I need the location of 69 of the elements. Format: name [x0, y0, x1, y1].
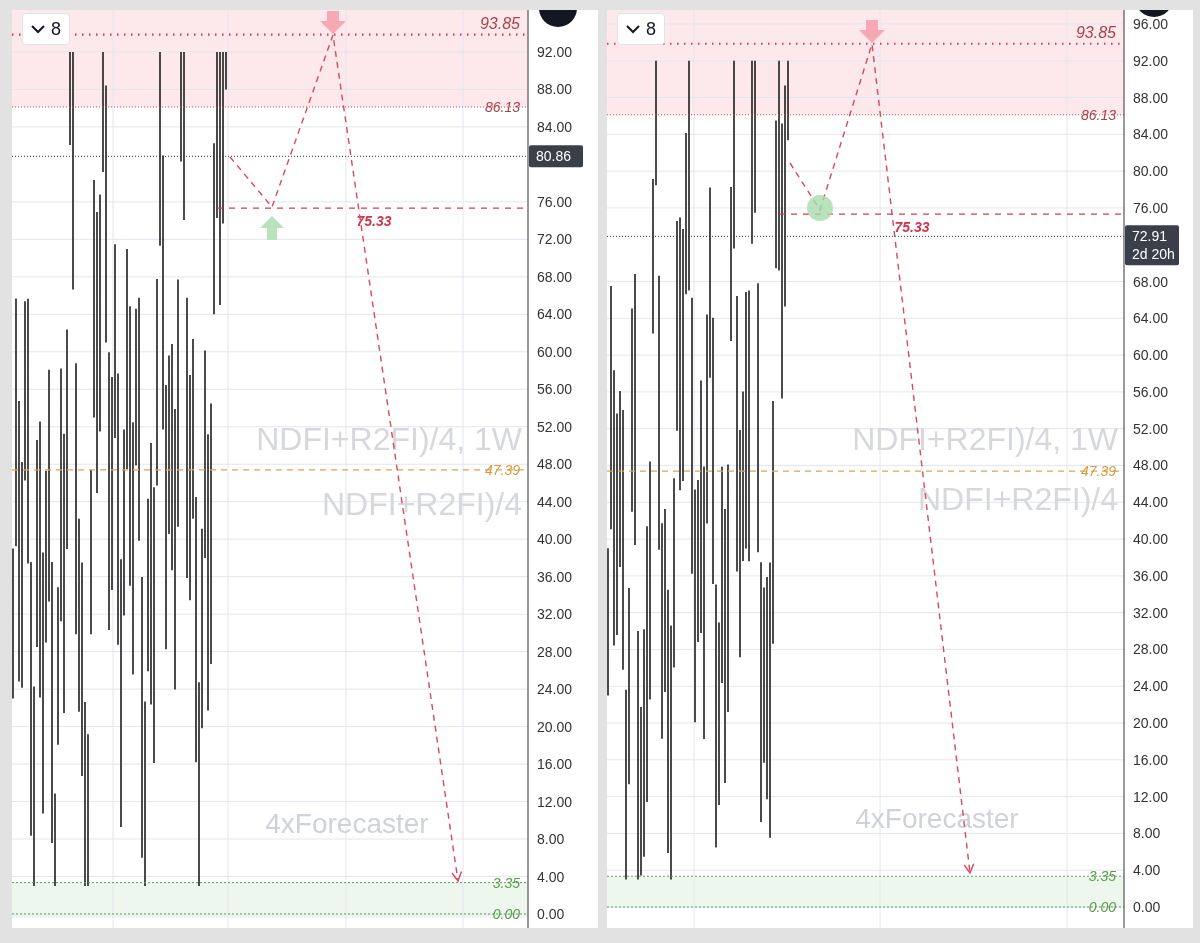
price-label: 28.00 — [537, 643, 573, 660]
price-label: 0.00 — [537, 906, 565, 922]
price-label: 84.00 — [1133, 126, 1169, 143]
down-arrow-icon — [859, 20, 885, 43]
price-label: 56.00 — [537, 381, 573, 398]
chevron-down-icon — [626, 24, 640, 34]
price-label: 24.00 — [1133, 678, 1169, 695]
price-label: 16.00 — [537, 756, 573, 773]
price-label: 92.00 — [1133, 52, 1169, 69]
price-label: 4.00 — [537, 868, 565, 885]
price-label: 88.00 — [1133, 89, 1169, 106]
price-label: 32.00 — [537, 606, 573, 623]
price-label: 16.00 — [1133, 751, 1169, 768]
level-label: 3.35 — [1088, 868, 1116, 885]
price-label: 12.00 — [1133, 788, 1169, 805]
interval-button[interactable]: 8 — [617, 13, 665, 45]
price-label: 8.00 — [1133, 825, 1161, 842]
price-label: 64.00 — [1133, 310, 1169, 327]
price-label: 28.00 — [1133, 641, 1169, 658]
price-label: 60.00 — [1133, 347, 1169, 364]
price-label: 20.00 — [537, 718, 573, 735]
price-label: 96.00 — [1133, 16, 1169, 32]
price-label: 8.00 — [537, 831, 565, 848]
level-label: 3.35 — [492, 874, 520, 891]
price-label: 68.00 — [1133, 273, 1169, 290]
level-label: 93.85 — [1075, 23, 1116, 41]
price-label: 52.00 — [1133, 420, 1169, 437]
price-label: 56.00 — [1133, 383, 1169, 400]
chevron-down-icon — [31, 24, 45, 34]
price-label: 52.00 — [537, 418, 573, 435]
price-label: 4.00 — [1133, 862, 1161, 879]
price-label: 48.00 — [1133, 457, 1169, 474]
price-label: 80.00 — [1133, 163, 1169, 180]
level-label: 75.33 — [356, 213, 392, 230]
down-arrow-icon — [320, 11, 346, 34]
price-label: 76.00 — [1133, 199, 1169, 216]
price-label: 84.00 — [537, 118, 573, 135]
price-label: 72.00 — [537, 231, 573, 248]
level-label: 47.39 — [484, 461, 520, 478]
price-label: 60.00 — [537, 343, 573, 360]
last-price-tag: 72.91 2d 20h — [1125, 225, 1179, 266]
price-label: 44.00 — [1133, 494, 1169, 511]
level-label: 75.33 — [894, 219, 930, 236]
level-label: 86.13 — [1080, 106, 1116, 123]
level-label: 47.39 — [1080, 463, 1116, 480]
level-label: 0.00 — [492, 906, 520, 922]
price-label: 40.00 — [1133, 531, 1169, 548]
interval-button[interactable]: 8 — [22, 13, 70, 45]
last-price-tag: 80.86 — [529, 145, 583, 168]
price-label: 32.00 — [1133, 604, 1169, 621]
pivot-circle — [807, 195, 833, 221]
price-label: 48.00 — [537, 456, 573, 473]
price-label: 68.00 — [537, 268, 573, 285]
price-label: 76.00 — [537, 193, 573, 210]
price-label: 0.00 — [1133, 899, 1161, 915]
price-label: 12.00 — [537, 793, 573, 810]
price-label: 64.00 — [537, 306, 573, 323]
level-label: 86.13 — [484, 98, 520, 115]
up-arrow-icon — [260, 216, 284, 240]
price-label: 92.00 — [537, 43, 573, 60]
level-label: 93.85 — [479, 14, 520, 32]
price-label: 24.00 — [537, 681, 573, 698]
price-label: 36.00 — [537, 568, 573, 585]
price-label: 88.00 — [537, 81, 573, 98]
price-label: 20.00 — [1133, 715, 1169, 732]
price-label: 44.00 — [537, 493, 573, 510]
price-label: 40.00 — [537, 531, 573, 548]
level-label: 0.00 — [1088, 899, 1116, 915]
price-label: 36.00 — [1133, 567, 1169, 584]
